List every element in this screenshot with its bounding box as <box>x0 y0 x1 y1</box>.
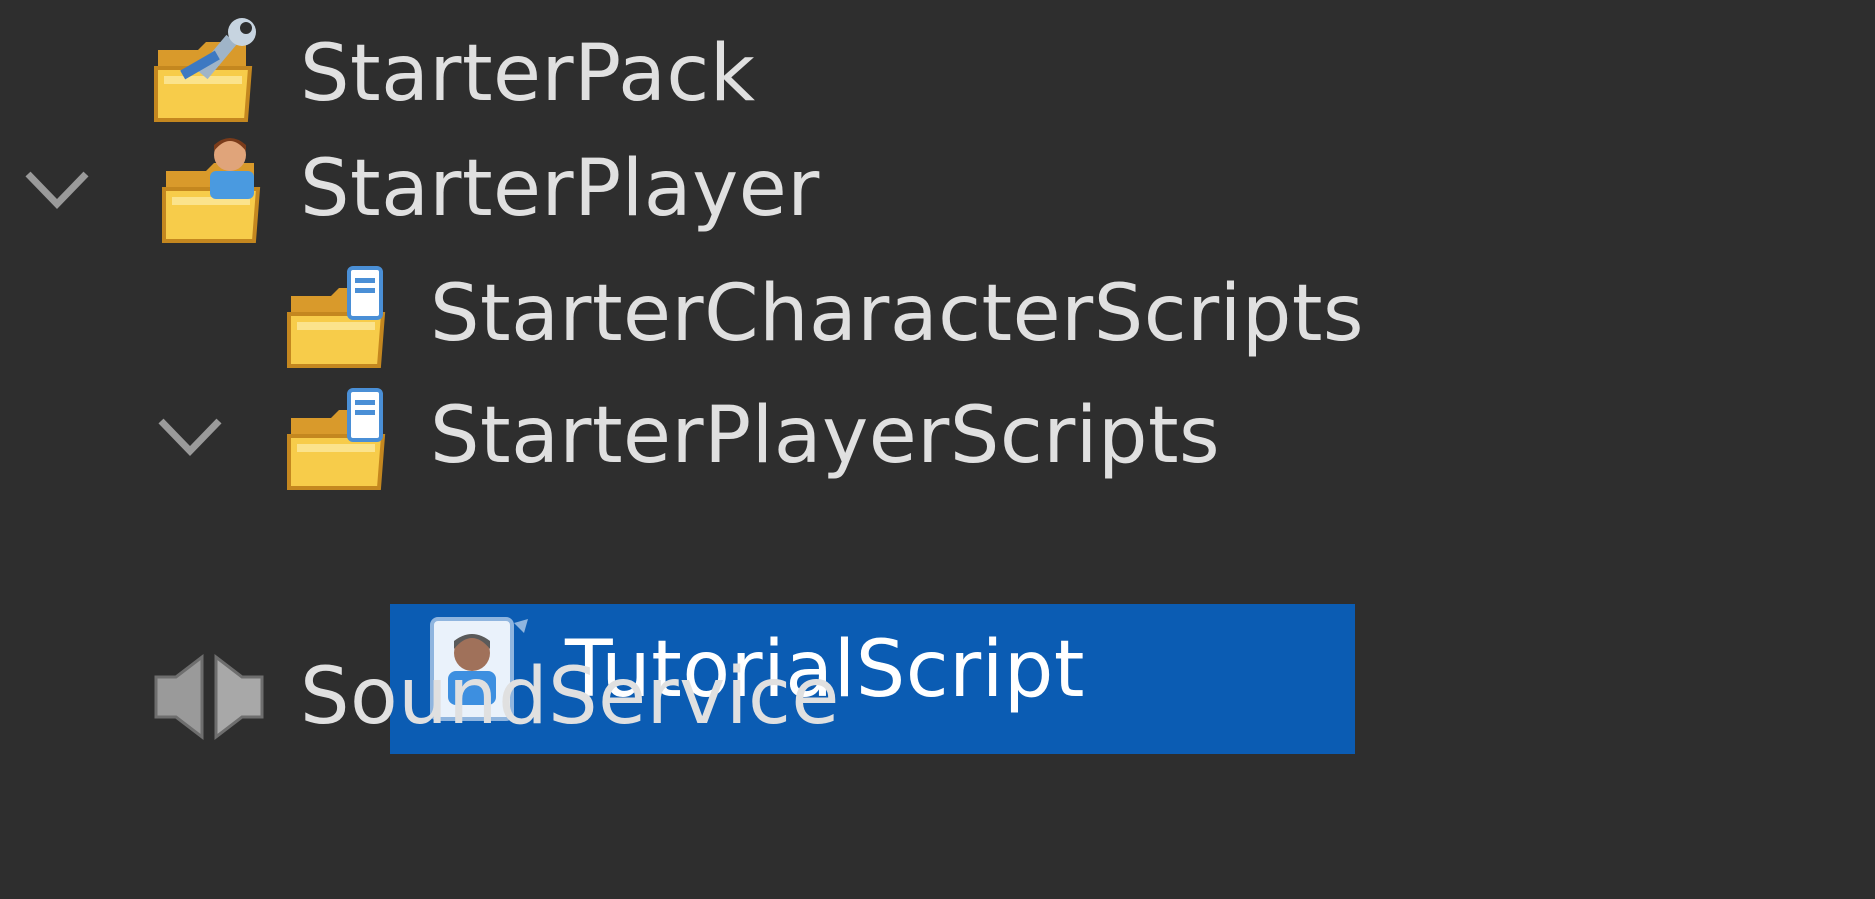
tree-item-label: StarterPlayerScripts <box>430 391 1221 481</box>
chevron-down-icon[interactable] <box>12 144 102 234</box>
tree-item-soundservice[interactable]: SoundService <box>0 615 1875 763</box>
chevron-down-icon[interactable] <box>145 391 235 481</box>
starter-player-icon <box>158 125 288 255</box>
script-folder-icon <box>283 372 413 502</box>
tree-item-starterplayerscripts[interactable]: StarterPlayerScripts <box>0 362 1875 510</box>
script-folder-icon <box>283 250 413 380</box>
explorer-tree: StarterPack StarterPlayer StarterCharact… <box>0 0 1875 899</box>
sound-service-icon <box>150 637 280 767</box>
tree-item-label: SoundService <box>300 652 840 742</box>
